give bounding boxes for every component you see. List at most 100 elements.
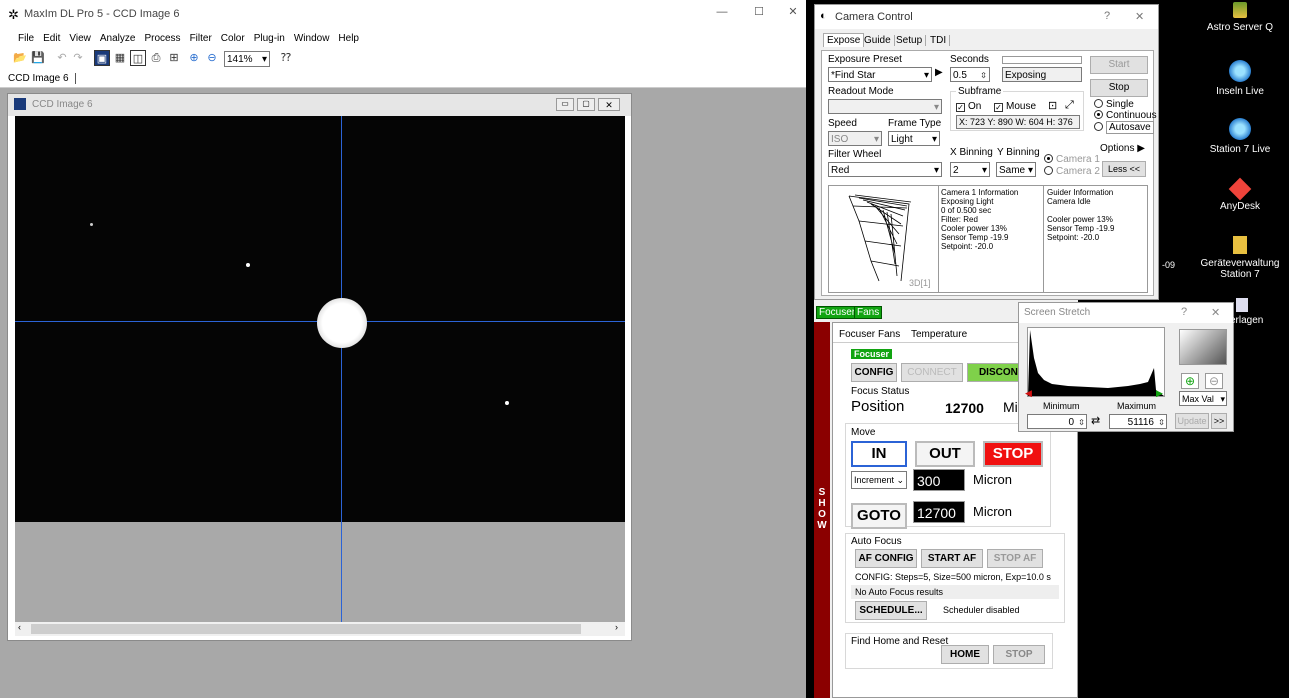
af-config-button[interactable]: AF CONFIG xyxy=(855,549,917,568)
tab-fans[interactable]: Fans xyxy=(878,329,900,340)
goto-input[interactable]: 12700 xyxy=(913,501,965,523)
maximum-input[interactable]: 51116 ⇳ xyxy=(1109,414,1167,429)
camera-help-button[interactable]: ? xyxy=(1104,10,1110,22)
stop-af-button[interactable]: STOP AF xyxy=(987,549,1043,568)
subframe-select-icon[interactable]: ⊡ xyxy=(1048,99,1057,112)
observatory-icon[interactable]: ⎙ xyxy=(148,50,164,66)
doc-maximize-button[interactable]: ▢ xyxy=(577,98,595,111)
single-radio[interactable]: Single xyxy=(1094,99,1134,110)
minimum-input[interactable]: 0 ⇳ xyxy=(1027,414,1087,429)
max-marker[interactable]: ▶ xyxy=(1156,388,1163,399)
stretch-zoom-out-icon[interactable]: ⊖ xyxy=(1205,373,1223,389)
horizontal-scrollbar[interactable]: ‹ › xyxy=(15,622,625,636)
ccd-image-canvas[interactable] xyxy=(15,116,625,622)
desktop-icon-geraeteverwaltung[interactable]: Geräteverwaltung Station 7 xyxy=(1200,236,1280,280)
tab-setup[interactable]: Setup xyxy=(893,35,927,46)
stretch-mode-select[interactable]: Max Val ▾ xyxy=(1179,391,1227,406)
tab-tdi[interactable]: TDI xyxy=(927,35,951,46)
min-marker[interactable]: ◀ xyxy=(1025,388,1032,399)
save-icon[interactable]: 💾 xyxy=(30,50,46,66)
camera1-radio[interactable]: Camera 1 xyxy=(1044,154,1100,165)
tab-guide[interactable]: Guide xyxy=(861,35,895,46)
stretch-help-button[interactable]: ? xyxy=(1181,306,1187,318)
scroll-left-arrow[interactable]: ‹ xyxy=(18,622,21,632)
increment-input[interactable]: 300 xyxy=(913,469,965,491)
autosave-radio[interactable]: Autosave xyxy=(1094,121,1154,134)
tab-temperature[interactable]: Temperature xyxy=(911,329,967,340)
desktop-icon-anydesk[interactable]: AnyDesk xyxy=(1200,177,1280,212)
config-button[interactable]: CONFIG xyxy=(851,363,897,382)
zoom-in-icon[interactable]: ⊕ xyxy=(186,50,202,66)
camera2-radio[interactable]: Camera 2 xyxy=(1044,166,1100,177)
outer-tab-focuser[interactable]: Focuser xyxy=(816,306,859,319)
continuous-radio[interactable]: Continuous xyxy=(1094,110,1157,121)
more-button[interactable]: >> xyxy=(1211,413,1227,429)
menu-window[interactable]: Window xyxy=(294,33,330,44)
zoom-out-icon[interactable]: ⊖ xyxy=(204,50,220,66)
outer-tab-fans[interactable]: Fans xyxy=(854,306,883,319)
seconds-input[interactable]: 0.5 ⇳ xyxy=(950,67,990,82)
connect-button[interactable]: CONNECT xyxy=(901,363,963,382)
menu-analyze[interactable]: Analyze xyxy=(100,33,136,44)
frame-type-select[interactable]: Light ▾ xyxy=(888,131,940,146)
menu-edit[interactable]: Edit xyxy=(43,33,60,44)
exposure-preset-select[interactable]: *Find Star ▾ xyxy=(828,67,932,82)
stop-button[interactable]: STOP xyxy=(983,441,1043,467)
camera-icon[interactable]: ◫ xyxy=(130,50,146,66)
out-button[interactable]: OUT xyxy=(915,441,975,467)
open-icon[interactable]: 📂 xyxy=(12,50,28,66)
tab-focuser[interactable]: Focuser xyxy=(839,329,875,340)
image-window-icon[interactable]: ▣ xyxy=(94,50,110,66)
subframe-mouse-checkbox[interactable]: ✓ Mouse xyxy=(994,101,1036,112)
context-help-icon[interactable]: ⁇ xyxy=(278,50,294,66)
subframe-on-checkbox[interactable]: ✓ On xyxy=(956,101,981,112)
close-button[interactable]: ✕ xyxy=(784,5,802,18)
properties-icon[interactable]: ⊞ xyxy=(166,50,182,66)
goto-button[interactable]: GOTO xyxy=(851,503,907,529)
swap-icon[interactable]: ⇄ xyxy=(1091,414,1100,427)
minimize-button[interactable]: — xyxy=(712,6,732,18)
schedule-button[interactable]: SCHEDULE... xyxy=(855,601,927,620)
desktop-icon-unterlagen[interactable]: erlagen xyxy=(1230,298,1280,326)
in-button[interactable]: IN xyxy=(851,441,907,467)
tile-icon[interactable]: ▦ xyxy=(112,50,128,66)
x-binning-select[interactable]: 2 ▾ xyxy=(950,162,990,177)
menu-filter[interactable]: Filter xyxy=(190,33,212,44)
y-binning-select[interactable]: Same ▾ xyxy=(996,162,1036,177)
stretch-close-button[interactable]: ✕ xyxy=(1211,306,1220,319)
redo-icon[interactable]: ↷ xyxy=(70,50,86,66)
maximize-button[interactable]: ☐ xyxy=(749,5,769,18)
scroll-right-arrow[interactable]: › xyxy=(615,622,618,632)
update-button[interactable]: Update xyxy=(1175,413,1209,429)
show-sidebar[interactable]: SHOW xyxy=(814,322,830,698)
scroll-thumb[interactable] xyxy=(31,624,581,634)
zoom-select[interactable]: 141% ▾ xyxy=(224,51,270,67)
speed-select[interactable]: ISO ▾ xyxy=(828,131,882,146)
menu-file[interactable]: File xyxy=(18,33,34,44)
increment-select[interactable]: Increment ⌄ xyxy=(851,471,907,489)
home-button[interactable]: HOME xyxy=(941,645,989,664)
menu-process[interactable]: Process xyxy=(144,33,180,44)
menu-help[interactable]: Help xyxy=(338,33,359,44)
undo-icon[interactable]: ↶ xyxy=(54,50,70,66)
start-af-button[interactable]: START AF xyxy=(921,549,983,568)
readout-mode-select[interactable]: ▾ xyxy=(828,99,942,114)
desktop-icon-inseln-live[interactable]: Inseln Live xyxy=(1200,60,1280,97)
stretch-zoom-in-icon[interactable]: ⊕ xyxy=(1181,373,1199,389)
home-stop-button[interactable]: STOP xyxy=(993,645,1045,664)
filter-select[interactable]: Red ▾ xyxy=(828,162,942,177)
start-button[interactable]: Start xyxy=(1090,56,1148,74)
desktop-icon-station-7-live[interactable]: Station 7 Live xyxy=(1200,118,1280,155)
menu-view[interactable]: View xyxy=(69,33,91,44)
preset-play-icon[interactable]: ▶ xyxy=(935,67,943,78)
camera-close-button[interactable]: ✕ xyxy=(1135,10,1144,23)
options-button[interactable]: Options ▶ xyxy=(1100,143,1145,154)
desktop-icon-astro-server[interactable]: Astro Server Q xyxy=(1200,2,1280,33)
less-button[interactable]: Less << xyxy=(1102,161,1146,177)
doc-minimize-button[interactable]: ▭ xyxy=(556,98,574,111)
tab-expose[interactable]: Expose xyxy=(823,33,865,47)
doc-close-button[interactable]: ✕ xyxy=(598,98,620,111)
histogram[interactable]: ◀ ▶ xyxy=(1025,327,1165,399)
subframe-full-icon[interactable]: ⤢ xyxy=(1065,99,1074,112)
menu-color[interactable]: Color xyxy=(221,33,245,44)
